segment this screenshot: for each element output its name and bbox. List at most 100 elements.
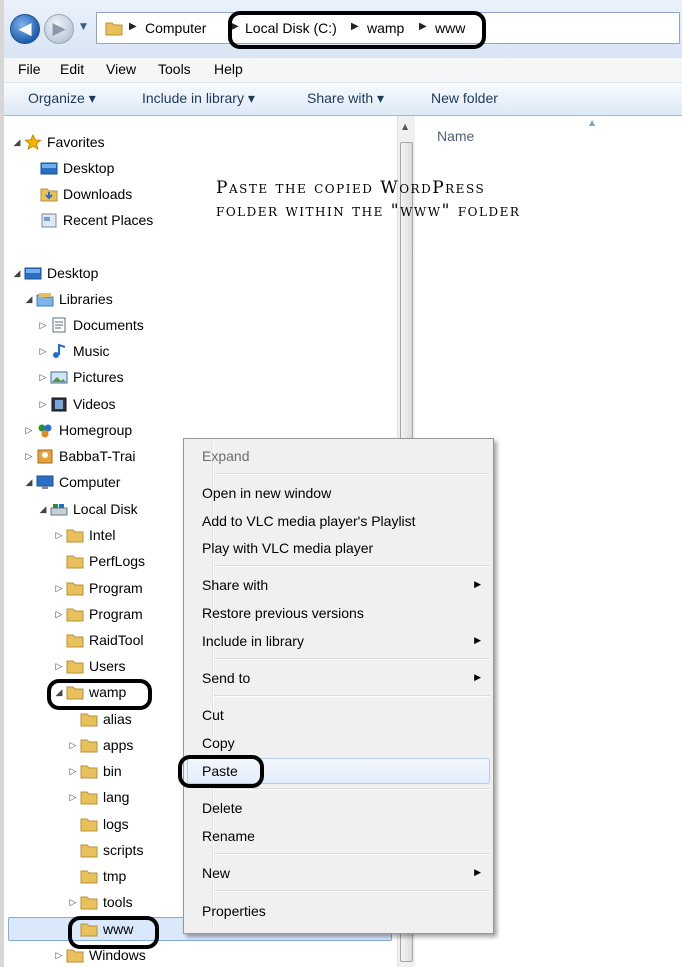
back-button[interactable]: ◀: [10, 14, 40, 44]
tree-item-lang[interactable]: ▷ lang: [68, 785, 130, 809]
tree-item-users[interactable]: ▷ Users: [54, 654, 126, 678]
tree-item-label: Favorites: [47, 134, 105, 150]
share-with-button[interactable]: Share with ▾: [307, 90, 384, 107]
tree-item-raidtool[interactable]: RaidTool: [54, 628, 143, 652]
tree-item-program[interactable]: ▷ Program: [54, 576, 143, 600]
ctx-include-library[interactable]: Include in library: [202, 633, 304, 649]
expand-arrow-icon[interactable]: ▷: [38, 372, 48, 383]
context-menu: Expand Open in new window Add to VLC med…: [183, 438, 494, 934]
expand-arrow-icon[interactable]: ▷: [54, 583, 64, 594]
folder-icon: [66, 660, 84, 674]
ctx-open-new-window[interactable]: Open in new window: [202, 485, 331, 501]
collapse-arrow-icon[interactable]: ◢: [12, 137, 22, 148]
ctx-rename[interactable]: Rename: [202, 828, 255, 844]
recent-places-icon: [41, 213, 57, 228]
menu-help[interactable]: Help: [214, 61, 243, 77]
menu-edit[interactable]: Edit: [60, 61, 84, 77]
menu-tools[interactable]: Tools: [158, 61, 191, 77]
ctx-properties[interactable]: Properties: [202, 903, 266, 919]
instruction-annotation: Paste the copied WordPress folder within…: [216, 177, 520, 223]
expand-arrow-icon[interactable]: ▷: [24, 451, 34, 462]
tree-item-documents[interactable]: ▷ Documents: [38, 313, 144, 337]
ctx-separator: [214, 788, 490, 790]
tree-item-music[interactable]: ▷ Music: [38, 339, 110, 363]
tree-item-desktop[interactable]: Desktop: [28, 156, 114, 180]
tree-item-label: Users: [89, 658, 126, 674]
expand-arrow-icon[interactable]: ▷: [38, 320, 48, 331]
collapse-arrow-icon[interactable]: ◢: [12, 268, 22, 279]
tree-item-scripts[interactable]: scripts: [68, 838, 143, 862]
highlight-oval-www: [68, 916, 159, 949]
ctx-delete[interactable]: Delete: [202, 800, 242, 816]
include-in-library-button[interactable]: Include in library ▾: [142, 90, 255, 107]
organize-button[interactable]: Organize ▾: [28, 90, 96, 107]
collapse-arrow-icon[interactable]: ◢: [24, 294, 34, 305]
tree-item-label: Libraries: [59, 291, 113, 307]
tree-item-label: Documents: [73, 317, 144, 333]
tree-item-tools[interactable]: ▷ tools: [68, 890, 133, 914]
ctx-expand[interactable]: Expand: [202, 448, 249, 464]
scroll-up-arrow-icon[interactable]: ▲: [402, 122, 408, 131]
expand-arrow-icon[interactable]: ▷: [38, 399, 48, 410]
expand-arrow-icon[interactable]: ▷: [38, 346, 48, 357]
tree-item-desktop[interactable]: ◢ Desktop: [12, 261, 99, 285]
local-disk-icon: [50, 504, 68, 516]
ctx-new[interactable]: New: [202, 865, 230, 881]
tree-item-local-disk[interactable]: ◢ Local Disk: [38, 497, 138, 521]
expand-arrow-icon[interactable]: ▷: [54, 950, 64, 961]
ctx-cut[interactable]: Cut: [202, 707, 224, 723]
new-folder-button[interactable]: New folder: [431, 90, 498, 106]
expand-arrow-icon[interactable]: ▷: [54, 661, 64, 672]
ctx-send-to[interactable]: Send to: [202, 670, 250, 686]
expand-arrow-icon[interactable]: ▷: [68, 766, 78, 777]
tree-item-program[interactable]: ▷ Program: [54, 602, 143, 626]
tree-item-tmp[interactable]: tmp: [68, 864, 126, 888]
downloads-icon: [40, 188, 58, 202]
ctx-play-vlc[interactable]: Play with VLC media player: [202, 540, 373, 556]
tree-item-babbat-trai[interactable]: ▷ BabbaT-Trai: [24, 444, 136, 468]
tree-item-libraries[interactable]: ◢ Libraries: [24, 287, 113, 311]
tree-item-bin[interactable]: ▷ bin: [68, 759, 122, 783]
tree-item-favorites[interactable]: ◢ Favorites: [12, 130, 105, 154]
computer-icon: [36, 475, 54, 489]
address-bar-area: ◀ ▶ ▼ ▶ Computer ▶ Local Disk (C:) ▶ wam…: [4, 0, 682, 58]
tree-item-label: logs: [103, 816, 129, 832]
tree-item-downloads[interactable]: Downloads: [28, 182, 132, 206]
menu-file[interactable]: File: [18, 61, 41, 77]
tree-item-label: tmp: [103, 868, 127, 884]
expand-arrow-icon[interactable]: ▷: [68, 740, 78, 751]
expand-arrow-icon[interactable]: ▷: [54, 530, 64, 541]
tree-item-logs[interactable]: logs: [68, 812, 129, 836]
tree-item-intel[interactable]: ▷ Intel: [54, 523, 116, 547]
forward-button[interactable]: ▶: [44, 14, 74, 44]
collapse-arrow-icon[interactable]: ◢: [24, 477, 34, 488]
tree-item-alias[interactable]: alias: [68, 707, 132, 731]
expand-arrow-icon[interactable]: ▷: [54, 609, 64, 620]
expand-arrow-icon[interactable]: ▷: [68, 897, 78, 908]
menu-view[interactable]: View: [106, 61, 136, 77]
breadcrumb-separator-icon[interactable]: ▶: [129, 21, 137, 32]
ctx-share-with[interactable]: Share with: [202, 577, 268, 593]
tree-item-homegroup[interactable]: ▷ Homegroup: [24, 418, 133, 442]
tree-item-perflogs[interactable]: PerfLogs: [54, 549, 145, 573]
ctx-copy[interactable]: Copy: [202, 735, 235, 751]
column-header-name[interactable]: Name: [437, 128, 474, 144]
tree-item-computer[interactable]: ◢ Computer: [24, 470, 121, 494]
tree-item-label: Downloads: [63, 186, 133, 202]
tree-item-label: Homegroup: [59, 422, 133, 438]
tree-item-label: alias: [103, 711, 132, 727]
tree-item-apps[interactable]: ▷ apps: [68, 733, 134, 757]
tree-item-recent-places[interactable]: Recent Places: [28, 208, 153, 232]
folder-icon: [66, 949, 84, 963]
tree-item-pictures[interactable]: ▷ Pictures: [38, 365, 124, 389]
user-icon: [37, 449, 53, 464]
collapse-arrow-icon[interactable]: ◢: [38, 504, 48, 515]
ctx-restore-previous[interactable]: Restore previous versions: [202, 605, 364, 621]
expand-arrow-icon[interactable]: ▷: [68, 792, 78, 803]
expand-arrow-icon[interactable]: ▷: [24, 425, 34, 436]
desktop-icon: [40, 162, 58, 175]
ctx-add-vlc-playlist[interactable]: Add to VLC media player's Playlist: [202, 513, 416, 529]
breadcrumb-computer[interactable]: Computer: [145, 20, 206, 36]
tree-item-videos[interactable]: ▷ Videos: [38, 392, 116, 416]
recent-pages-dropdown-icon[interactable]: ▼: [80, 22, 87, 32]
